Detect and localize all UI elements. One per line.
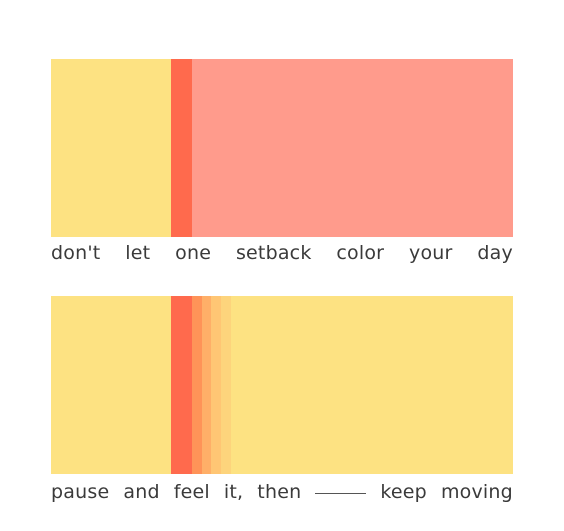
coral-stripe bbox=[171, 296, 192, 474]
fade-stripe-3 bbox=[211, 296, 221, 474]
caption-word: let bbox=[125, 242, 151, 264]
fade-stripe-4 bbox=[221, 296, 231, 474]
caption-word: and bbox=[123, 481, 160, 503]
caption-word: don't bbox=[51, 242, 101, 264]
caption-word: it, bbox=[223, 481, 244, 503]
dash-line bbox=[315, 493, 367, 494]
fade-stripe-2 bbox=[202, 296, 211, 474]
yellow-field-left bbox=[51, 296, 171, 474]
caption-word: setback bbox=[235, 242, 312, 264]
caption-word: pause bbox=[51, 481, 110, 503]
artwork-panel-top bbox=[51, 59, 513, 237]
caption-word: keep bbox=[380, 481, 427, 503]
caption-word: day bbox=[477, 242, 513, 264]
caption-word: feel bbox=[173, 481, 210, 503]
caption-word: one bbox=[175, 242, 212, 264]
yellow-field bbox=[51, 59, 171, 237]
caption-bottom: pause and feel it, then keep moving bbox=[51, 480, 513, 504]
caption-word: color bbox=[336, 242, 385, 264]
artwork-panel-bottom bbox=[51, 296, 513, 474]
caption-word: moving bbox=[440, 481, 513, 503]
coral-stripe bbox=[171, 59, 192, 237]
salmon-field bbox=[192, 59, 513, 237]
caption-word: your bbox=[409, 242, 453, 264]
caption-top: don't let one setback color your day bbox=[51, 241, 513, 265]
fade-stripe-1 bbox=[192, 296, 202, 474]
yellow-field-right bbox=[231, 296, 513, 474]
caption-word: then bbox=[257, 481, 302, 503]
